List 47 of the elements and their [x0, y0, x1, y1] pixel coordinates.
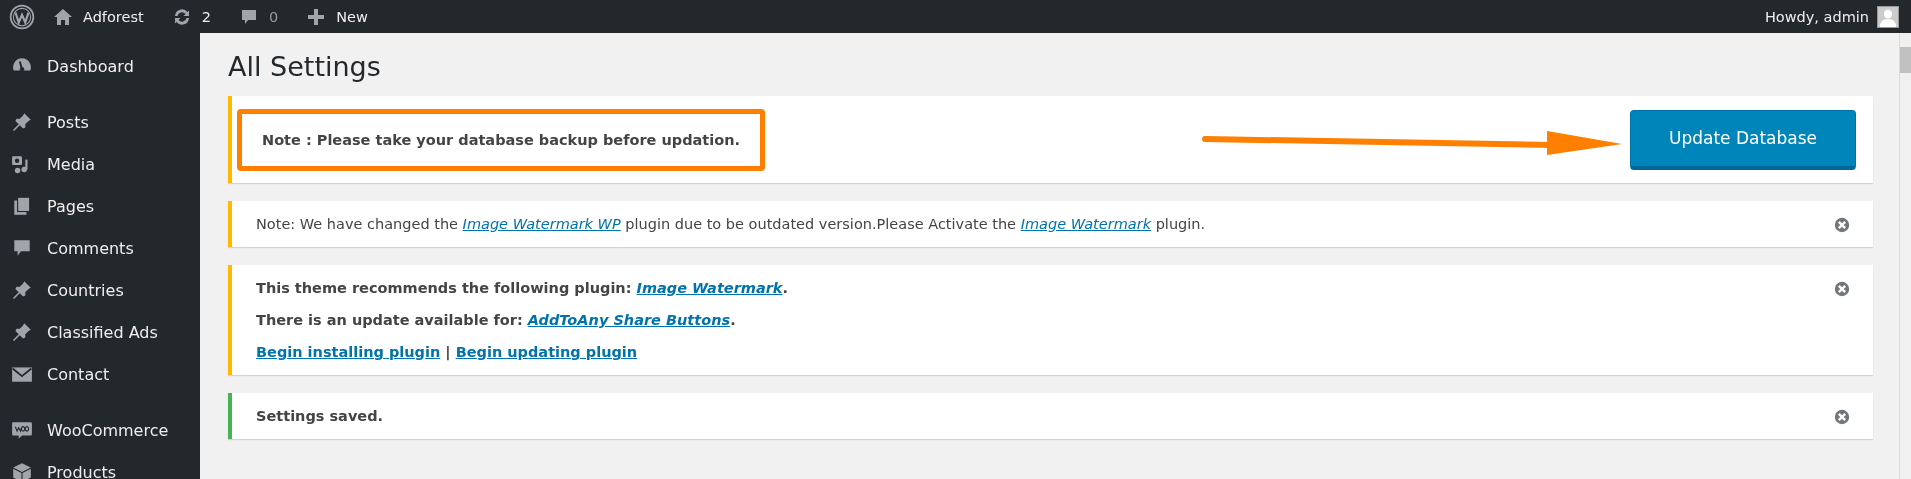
menu-item[interactable]: Media: [0, 143, 200, 185]
menu-item[interactable]: Contact: [0, 353, 200, 395]
notice-link[interactable]: Image Watermark WP: [462, 216, 621, 232]
home-icon: [53, 6, 73, 27]
menu-item[interactable]: Classified Ads: [0, 311, 200, 353]
pin-icon: [11, 111, 33, 133]
close-icon[interactable]: [1833, 216, 1851, 234]
notice-text: Note: We have changed the Image Watermark WP plugin due to be outdated version.Please Activate the Image Watermark plugin.: [256, 215, 1207, 234]
notice-link[interactable]: Begin updating plugin: [455, 344, 638, 360]
notice-link[interactable]: Image Watermark: [1020, 216, 1152, 232]
close-icon[interactable]: [1833, 408, 1851, 426]
menu-item[interactable]: Posts: [0, 101, 200, 143]
menu-item[interactable]: Products: [0, 451, 200, 479]
new-label: New: [336, 8, 368, 25]
notice-link[interactable]: AddToAny Share Buttons: [527, 312, 731, 328]
site-name: Adforest: [83, 8, 144, 25]
menu-item[interactable]: Comments: [0, 227, 200, 269]
notice-text: Begin installing plugin | Begin updating plugin: [256, 343, 639, 362]
pin-icon: [11, 321, 33, 343]
notice-text: Settings saved.: [256, 407, 385, 426]
notice-text: This theme recommends the following plugin: Image Watermark.: [256, 279, 789, 298]
speech-badge-icon: [11, 419, 33, 441]
page-title: All Settings: [228, 51, 382, 82]
new-link[interactable]: New: [306, 6, 368, 27]
notice-link[interactable]: Begin installing plugin: [256, 344, 441, 360]
update-database-button[interactable]: Update Database: [1630, 109, 1856, 170]
notice-text: Note : Please take your database backup before updation.: [262, 130, 741, 150]
close-icon[interactable]: [1833, 280, 1851, 298]
pin-icon: [11, 279, 33, 301]
menu-item[interactable]: Countries: [0, 269, 200, 311]
notice-link[interactable]: Image Watermark: [636, 280, 783, 296]
pages-icon: [11, 195, 33, 217]
plus-icon: [306, 6, 327, 27]
comments-count: 0: [268, 8, 279, 25]
menu-item[interactable]: Dashboard: [0, 45, 200, 87]
avatar-icon[interactable]: [1877, 5, 1899, 28]
updates-count: 2: [201, 8, 211, 25]
site-link[interactable]: Adforest: [53, 6, 144, 27]
box-icon: [11, 461, 33, 479]
updates-link[interactable]: 2: [171, 6, 211, 27]
user-greeting[interactable]: Howdy, admin: [1764, 8, 1869, 25]
menu-item[interactable]: WooCommerce: [0, 409, 200, 451]
comments-link[interactable]: 0: [238, 6, 279, 27]
scrollbar[interactable]: [1899, 33, 1911, 479]
notice-text: There is an update available for: AddToAny Share Buttons.: [256, 311, 737, 330]
logo-icon[interactable]: [9, 3, 35, 30]
menu-item[interactable]: Pages: [0, 185, 200, 227]
